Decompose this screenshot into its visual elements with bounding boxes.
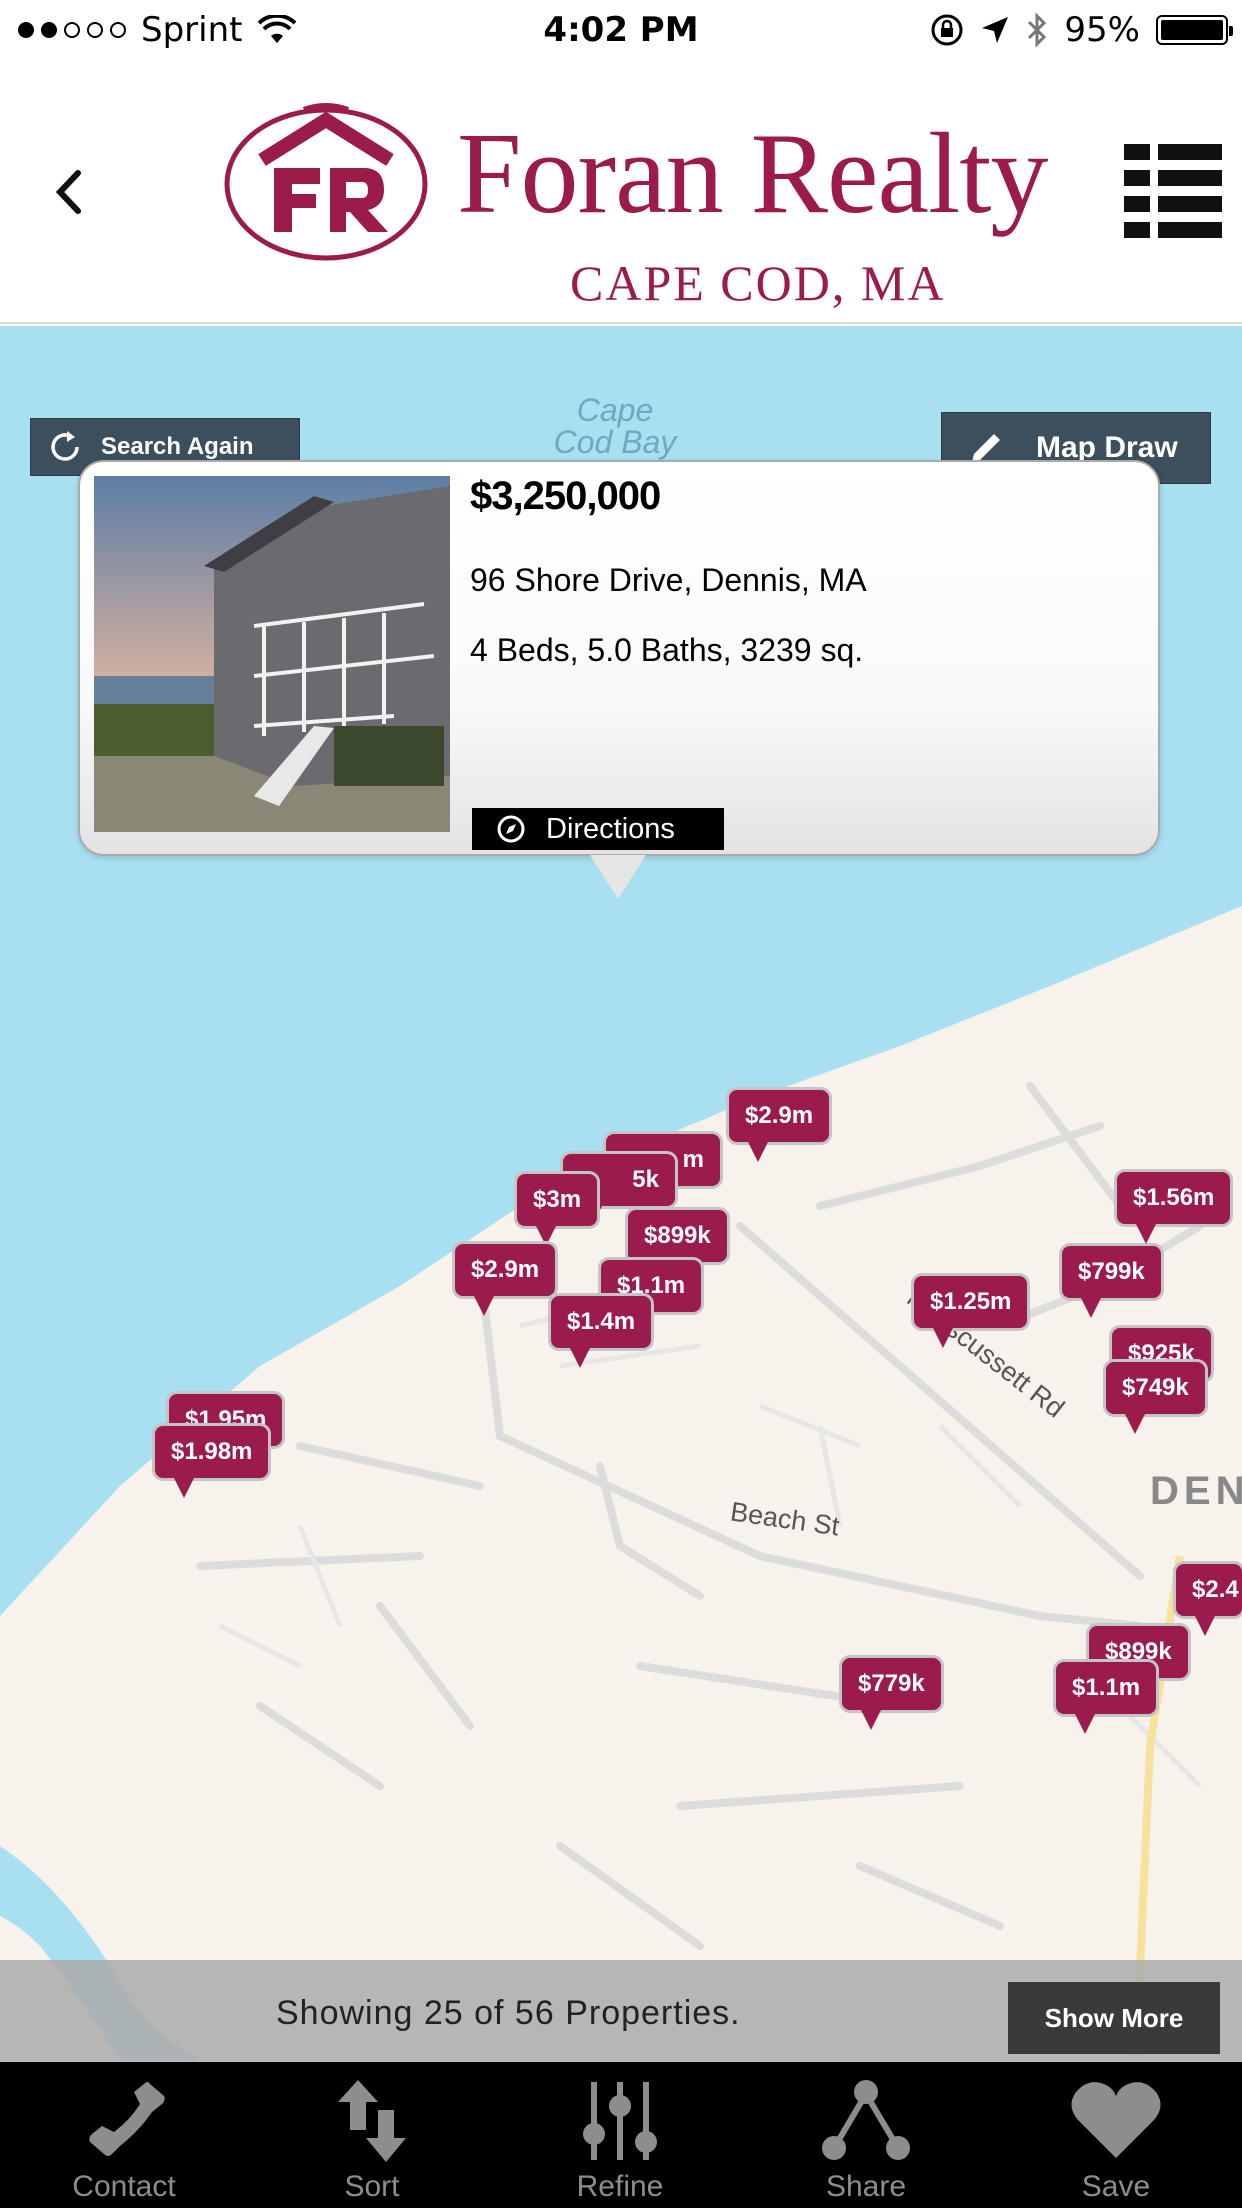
price-pin[interactable]: $1.1m <box>1056 1662 1157 1734</box>
heart-icon <box>1071 2082 1161 2158</box>
property-photo[interactable] <box>94 476 450 832</box>
price-pin[interactable]: $1.56m <box>1117 1172 1231 1244</box>
phone-icon <box>89 2082 165 2156</box>
menu-bullet <box>1124 196 1150 212</box>
tab-bar: Contact Sort Refine Share Save <box>0 2062 1242 2208</box>
foran-realty-logo: Foran Realty CAPE COD, MA <box>222 98 1048 311</box>
back-chevron-icon[interactable] <box>40 157 100 227</box>
tab-sort[interactable]: Sort <box>272 2062 472 2208</box>
sliders-icon <box>583 2082 657 2160</box>
show-more-button[interactable]: Show More <box>1008 1982 1220 2054</box>
menu-list-icon[interactable] <box>1124 142 1224 242</box>
tab-label: Sort <box>344 2170 400 2203</box>
refresh-icon <box>51 431 79 461</box>
menu-bullet <box>1124 170 1150 186</box>
price-pin[interactable]: $779k <box>842 1658 941 1730</box>
logo-mark-icon <box>224 103 428 261</box>
tab-label: Share <box>825 2170 907 2203</box>
price-pin[interactable]: $749k <box>1106 1362 1205 1434</box>
tab-refine[interactable]: Refine <box>520 2062 720 2208</box>
status-right: 95% <box>930 10 1233 50</box>
logo-name: Foran Realty <box>457 110 1048 238</box>
bluetooth-icon <box>1028 12 1047 48</box>
menu-line <box>1158 144 1222 160</box>
results-bar: Showing 25 of 56 Properties. Show More <box>0 1960 1242 2062</box>
price-pin[interactable]: $1.98m <box>155 1426 269 1498</box>
tab-contact[interactable]: Contact <box>24 2062 224 2208</box>
tab-share[interactable]: Share <box>766 2062 966 2208</box>
menu-bullet <box>1124 144 1150 160</box>
directions-button[interactable]: Directions <box>472 808 724 850</box>
menu-line <box>1158 170 1222 186</box>
directions-label: Directions <box>546 812 675 845</box>
price-pin[interactable]: $1.4m <box>551 1296 652 1368</box>
popup-pointer <box>590 855 646 899</box>
tab-label: Refine <box>576 2170 664 2203</box>
battery-icon <box>1156 15 1233 45</box>
search-again-label: Search Again <box>101 433 254 460</box>
status-bar: Sprint 4:02 PM 95% <box>0 0 1242 62</box>
tab-label: Contact <box>72 2170 176 2203</box>
water-label: Cape Cod Bay <box>553 392 677 460</box>
compass-icon <box>497 815 525 843</box>
tab-label: Save <box>1081 2170 1151 2203</box>
orientation-lock-icon <box>931 14 963 46</box>
app-header: Foran Realty CAPE COD, MA <box>0 62 1242 324</box>
town-label: DEN <box>1150 1469 1242 1513</box>
price-pin[interactable]: $3m <box>517 1174 598 1246</box>
price-pin[interactable]: $2.9m <box>729 1090 830 1162</box>
sort-arrows-icon <box>338 2080 406 2162</box>
listing-price: $3,250,000 <box>470 474 661 518</box>
listing-details: 4 Beds, 5.0 Baths, 3239 sq. <box>470 632 864 668</box>
tab-save[interactable]: Save <box>1016 2062 1216 2208</box>
menu-bullet <box>1124 222 1150 238</box>
price-pin[interactable]: $899k <box>628 1210 727 1282</box>
share-icon <box>822 2080 910 2160</box>
price-pin[interactable]: $2.9m <box>455 1244 556 1316</box>
property-popup[interactable]: $3,250,000 96 Shore Drive, Dennis, MA 4 … <box>78 460 1160 856</box>
results-count: Showing 25 of 56 Properties. <box>276 1994 741 2032</box>
location-arrow-icon <box>982 17 1009 43</box>
listing-address: 96 Shore Drive, Dennis, MA <box>470 562 867 598</box>
price-pin[interactable]: $799k <box>1062 1246 1161 1318</box>
battery-percent: 95% <box>1064 10 1140 50</box>
price-pin[interactable]: $1.25m <box>914 1276 1028 1348</box>
price-pin[interactable]: $2.4 <box>1176 1564 1242 1636</box>
logo-subtitle: CAPE COD, MA <box>570 255 946 311</box>
menu-line <box>1158 222 1222 238</box>
menu-line <box>1158 196 1222 212</box>
